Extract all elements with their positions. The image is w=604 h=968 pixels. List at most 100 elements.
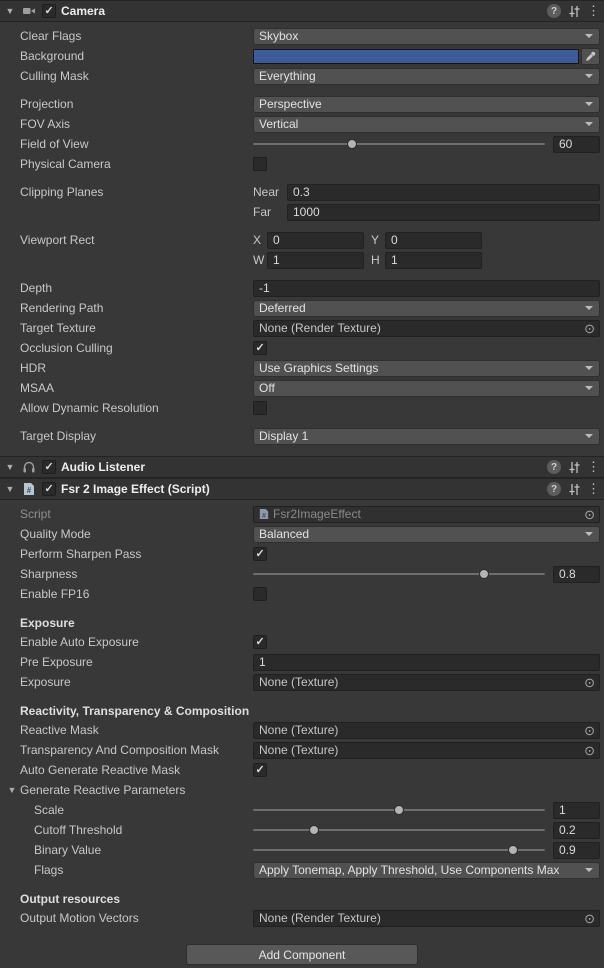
cutoff-threshold-input[interactable]: 0.2: [553, 822, 600, 839]
viewport-w-input[interactable]: 1: [267, 252, 364, 269]
generate-reactive-parameters-foldout[interactable]: ▼ Generate Reactive Parameters: [0, 783, 185, 797]
physical-camera-checkbox[interactable]: [253, 157, 267, 171]
slider-thumb[interactable]: [479, 569, 489, 579]
cutoff-threshold-slider[interactable]: [253, 822, 545, 838]
row-clipping-planes-near: Clipping Planes Near 0.3: [0, 182, 604, 202]
field-label: Cutoff Threshold: [0, 823, 253, 837]
field-label: Binary Value: [0, 843, 253, 857]
culling-mask-dropdown[interactable]: Everything: [253, 68, 600, 85]
chevron-down-icon: [585, 434, 593, 438]
quality-mode-dropdown[interactable]: Balanced: [253, 526, 600, 543]
flags-dropdown[interactable]: Apply Tonemap, Apply Threshold, Use Comp…: [253, 862, 600, 879]
dropdown-value: Vertical: [259, 117, 581, 131]
rendering-path-dropdown[interactable]: Deferred: [253, 300, 600, 317]
field-label: Transparency And Composition Mask: [0, 743, 253, 757]
hdr-dropdown[interactable]: Use Graphics Settings: [253, 360, 600, 377]
audio-listener-enabled-checkbox[interactable]: [42, 460, 56, 474]
slider-thumb[interactable]: [508, 845, 518, 855]
occlusion-culling-checkbox[interactable]: [253, 341, 267, 355]
slider-track[interactable]: [253, 849, 545, 851]
row-target-texture: Target Texture None (Render Texture) ⊙: [0, 318, 604, 338]
reactive-mask-object-field[interactable]: None (Texture) ⊙: [253, 722, 600, 739]
binary-value-slider[interactable]: [253, 842, 545, 858]
field-label: Culling Mask: [0, 69, 253, 83]
row-enable-auto-exposure: Enable Auto Exposure: [0, 632, 604, 652]
slider-thumb[interactable]: [347, 139, 357, 149]
transparency-mask-object-field[interactable]: None (Texture) ⊙: [253, 742, 600, 759]
slider-track[interactable]: [253, 143, 545, 145]
far-label: Far: [253, 205, 287, 219]
object-picker-icon[interactable]: ⊙: [584, 744, 595, 757]
sharpness-input[interactable]: 0.8: [553, 566, 600, 583]
fsr2-enabled-checkbox[interactable]: [42, 482, 56, 496]
near-input[interactable]: 0.3: [287, 184, 600, 201]
object-picker-icon[interactable]: ⊙: [584, 322, 595, 335]
target-display-dropdown[interactable]: Display 1: [253, 428, 600, 445]
clear-flags-dropdown[interactable]: Skybox: [253, 28, 600, 45]
kebab-menu-icon[interactable]: ⋮: [587, 481, 597, 497]
enable-fp16-checkbox[interactable]: [253, 587, 267, 601]
field-of-view-input[interactable]: 60: [553, 136, 600, 153]
field-label: Field of View: [0, 137, 253, 151]
pre-exposure-input[interactable]: 1: [253, 654, 600, 671]
foldout-arrow-icon: ▼: [6, 785, 18, 795]
eyedropper-button[interactable]: [581, 48, 600, 65]
viewport-y-input[interactable]: 0: [385, 232, 482, 249]
row-reactive-mask: Reactive Mask None (Texture) ⊙: [0, 720, 604, 740]
row-culling-mask: Culling Mask Everything: [0, 66, 604, 86]
fsr2-component-header[interactable]: ▼ # Fsr 2 Image Effect (Script) ? ⋮: [0, 478, 604, 500]
object-picker-icon[interactable]: ⊙: [584, 724, 595, 737]
allow-dynamic-resolution-checkbox[interactable]: [253, 401, 267, 415]
object-picker-icon[interactable]: ⊙: [584, 912, 595, 925]
output-motion-vectors-object-field[interactable]: None (Render Texture) ⊙: [253, 910, 600, 927]
foldout-arrow-icon[interactable]: ▼: [4, 484, 16, 494]
fov-axis-dropdown[interactable]: Vertical: [253, 116, 600, 133]
field-label: Sharpness: [0, 567, 253, 581]
slider-track[interactable]: [253, 829, 545, 831]
kebab-menu-icon[interactable]: ⋮: [587, 3, 597, 19]
chevron-down-icon: [585, 868, 593, 872]
field-of-view-slider[interactable]: [253, 136, 545, 152]
slider-thumb[interactable]: [394, 805, 404, 815]
sharpness-slider[interactable]: [253, 566, 545, 582]
kebab-menu-icon[interactable]: ⋮: [587, 459, 597, 475]
help-icon[interactable]: ?: [547, 4, 561, 18]
field-label: Viewport Rect: [0, 233, 253, 247]
object-picker-icon[interactable]: ⊙: [584, 676, 595, 689]
field-label: Allow Dynamic Resolution: [0, 401, 253, 415]
presets-icon[interactable]: [566, 481, 582, 497]
exposure-object-field[interactable]: None (Texture) ⊙: [253, 674, 600, 691]
viewport-x-input[interactable]: 0: [267, 232, 364, 249]
target-texture-object-field[interactable]: None (Render Texture) ⊙: [253, 320, 600, 337]
slider-thumb[interactable]: [309, 825, 319, 835]
add-component-button[interactable]: Add Component: [186, 944, 418, 965]
foldout-arrow-icon[interactable]: ▼: [4, 462, 16, 472]
field-label: Background: [0, 49, 253, 63]
foldout-arrow-icon[interactable]: ▼: [4, 6, 16, 16]
scale-slider[interactable]: [253, 802, 545, 818]
slider-track[interactable]: [253, 573, 545, 575]
object-picker-icon[interactable]: ⊙: [584, 508, 595, 521]
scale-input[interactable]: 1: [553, 802, 600, 819]
field-label: Clear Flags: [0, 29, 253, 43]
viewport-h-input[interactable]: 1: [385, 252, 482, 269]
projection-dropdown[interactable]: Perspective: [253, 96, 600, 113]
presets-icon[interactable]: [566, 459, 582, 475]
auto-generate-reactive-mask-checkbox[interactable]: [253, 763, 267, 777]
far-input[interactable]: 1000: [287, 204, 600, 221]
presets-icon[interactable]: [566, 3, 582, 19]
chevron-down-icon: [585, 34, 593, 38]
row-exposure: Exposure None (Texture) ⊙: [0, 672, 604, 692]
x-label: X: [253, 233, 267, 247]
msaa-dropdown[interactable]: Off: [253, 380, 600, 397]
help-icon[interactable]: ?: [547, 482, 561, 496]
enable-auto-exposure-checkbox[interactable]: [253, 635, 267, 649]
audio-listener-component-header[interactable]: ▼ Audio Listener ? ⋮: [0, 456, 604, 478]
camera-enabled-checkbox[interactable]: [42, 4, 56, 18]
binary-value-input[interactable]: 0.9: [553, 842, 600, 859]
camera-component-header[interactable]: ▼ Camera ? ⋮: [0, 0, 604, 22]
help-icon[interactable]: ?: [547, 460, 561, 474]
background-color-swatch[interactable]: [253, 49, 579, 64]
perform-sharpen-pass-checkbox[interactable]: [253, 547, 267, 561]
depth-input[interactable]: -1: [253, 280, 600, 297]
